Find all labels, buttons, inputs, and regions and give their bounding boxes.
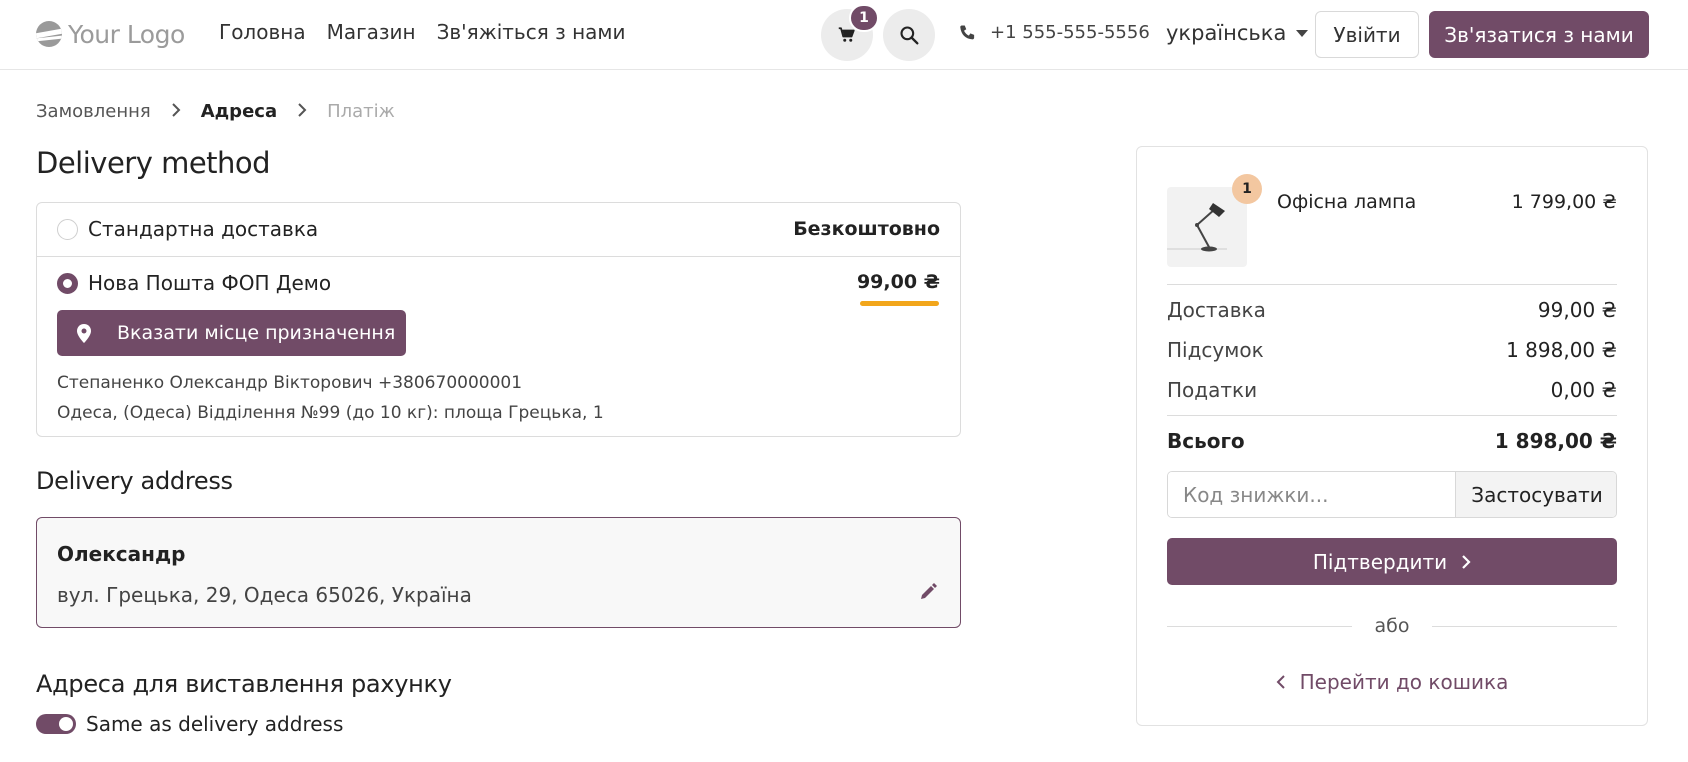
branch-line: Одеса, (Одеса) Відділення №99 (до 10 кг)… <box>57 403 604 423</box>
delivery-option-price: 99,00 ₴ <box>856 271 940 293</box>
or-separator: або <box>1167 615 1617 639</box>
total-label: Всього <box>1167 429 1245 453</box>
cart-count-badge: 1 <box>849 4 879 32</box>
breadcrumb-address: Адреса <box>200 101 278 122</box>
main-nav: Головна Магазин Зв'яжіться з нами <box>219 20 626 44</box>
divider <box>1167 284 1617 285</box>
confirm-label: Підтвердити <box>1312 549 1448 574</box>
coupon-input[interactable] <box>1168 472 1455 517</box>
pencil-icon[interactable] <box>918 582 938 606</box>
coupon-group: Застосувати <box>1167 471 1617 518</box>
phone-number: +1 555-555-5556 <box>990 22 1150 43</box>
nav-item-contact[interactable]: Зв'яжіться з нами <box>437 20 626 44</box>
delivery-option-standard[interactable]: Стандартна доставка Безкоштовно <box>37 203 960 257</box>
same-as-delivery-label[interactable]: Same as delivery address <box>86 712 343 736</box>
logo-icon <box>36 21 62 47</box>
summary-row-label: Підсумок <box>1167 338 1264 362</box>
summary-row-label: Доставка <box>1167 298 1266 322</box>
chevron-down-icon <box>1296 29 1309 37</box>
order-summary: 1 Офісна лампа 1 799,00 ₴ Доставка 99,00… <box>1136 146 1648 726</box>
chevron-right-icon <box>1462 554 1471 569</box>
same-as-delivery-toggle[interactable] <box>36 714 76 734</box>
product-price: 1 799,00 ₴ <box>1511 191 1617 213</box>
delivery-address-card[interactable]: Олександр вул. Грецька, 29, Одеса 65026,… <box>36 517 961 628</box>
delivery-address-title: Delivery address <box>36 467 233 495</box>
chevron-right-icon <box>297 102 307 121</box>
total-value: 1 898,00 ₴ <box>1494 429 1617 453</box>
address-text: вул. Грецька, 29, Одеса 65026, Україна <box>57 583 472 607</box>
product-qty-badge: 1 <box>1232 174 1262 204</box>
divider <box>1167 415 1617 416</box>
address-name: Олександр <box>57 542 186 566</box>
summary-row-value: 99,00 ₴ <box>1537 298 1617 322</box>
breadcrumb: Замовлення Адреса Платіж <box>36 101 395 122</box>
chevron-right-icon <box>171 102 181 121</box>
login-button[interactable]: Увійти <box>1315 11 1419 58</box>
back-to-cart-link[interactable]: Перейти до кошика <box>1167 670 1617 694</box>
set-destination-button[interactable]: Вказати місце призначення <box>57 310 406 356</box>
map-pin-icon <box>77 323 91 343</box>
radio-standard[interactable] <box>57 219 78 240</box>
delivery-option-label: Стандартна доставка <box>88 217 319 241</box>
contact-us-button[interactable]: Зв'язатися з нами <box>1429 11 1649 58</box>
phone-icon <box>960 25 975 39</box>
breadcrumb-order[interactable]: Замовлення <box>36 101 151 122</box>
summary-row-value: 0,00 ₴ <box>1550 378 1617 402</box>
nav-item-shop[interactable]: Магазин <box>327 20 416 44</box>
delivery-option-label[interactable]: Нова Пошта ФОП Демо <box>88 271 331 295</box>
delivery-method-title: Delivery method <box>36 146 271 180</box>
site-header: Your Logo Головна Магазин Зв'яжіться з н… <box>0 0 1688 70</box>
back-to-cart-label: Перейти до кошика <box>1299 670 1509 694</box>
search-button[interactable] <box>883 9 935 61</box>
phone-link[interactable]: +1 555-555-5556 <box>958 22 1150 43</box>
set-destination-label: Вказати місце призначення <box>117 322 396 344</box>
radio-nova-poshta[interactable] <box>57 273 78 294</box>
price-highlight <box>860 301 939 306</box>
language-label: українська <box>1166 21 1287 45</box>
billing-address-title: Адреса для виставлення рахунку <box>36 670 452 698</box>
site-logo[interactable]: Your Logo <box>36 18 185 50</box>
delivery-method-box: Стандартна доставка Безкоштовно Нова Пош… <box>36 202 961 437</box>
breadcrumb-payment: Платіж <box>327 101 395 122</box>
or-label: або <box>1374 615 1410 637</box>
nav-item-home[interactable]: Головна <box>219 20 306 44</box>
apply-coupon-button[interactable]: Застосувати <box>1455 472 1616 517</box>
summary-row-label: Податки <box>1167 378 1258 402</box>
chevron-left-icon <box>1276 675 1285 689</box>
delivery-option-price: Безкоштовно <box>793 218 940 240</box>
search-icon <box>900 26 919 45</box>
confirm-button[interactable]: Підтвердити <box>1167 538 1617 585</box>
logo-text: Your Logo <box>68 19 185 49</box>
recipient-line: Степаненко Олександр Вікторович +3806700… <box>57 373 523 393</box>
language-selector[interactable]: українська <box>1166 21 1309 45</box>
summary-row-value: 1 898,00 ₴ <box>1506 338 1617 362</box>
product-name: Офісна лампа <box>1277 191 1417 213</box>
